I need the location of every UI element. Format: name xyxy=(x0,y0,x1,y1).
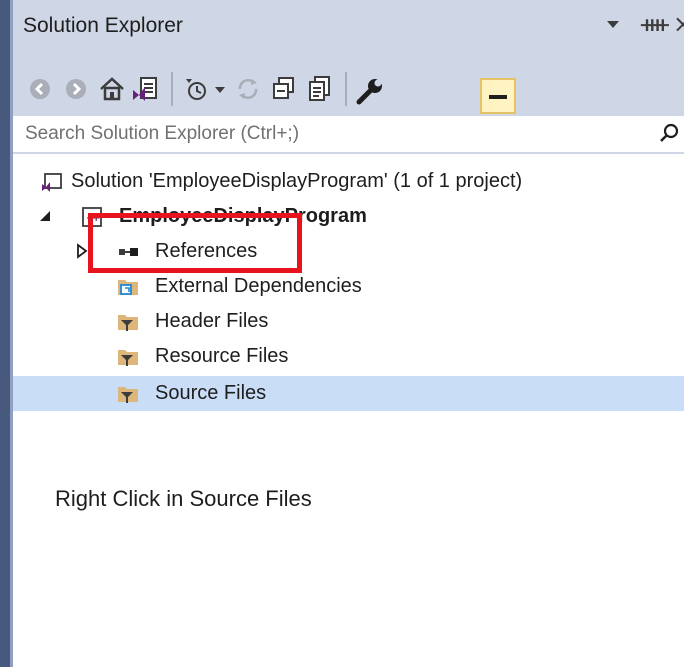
back-icon[interactable] xyxy=(25,74,55,104)
tree-item-external-dependencies[interactable]: External Dependencies xyxy=(13,269,684,304)
annotation-highlight-box xyxy=(88,213,302,273)
search-input[interactable]: Search Solution Explorer (Ctrl+;) xyxy=(25,123,299,145)
forward-icon[interactable] xyxy=(61,74,91,104)
annotation-caption: Right Click in Source Files xyxy=(55,486,312,511)
window-position-dropdown-icon[interactable] xyxy=(607,21,619,28)
tree-item-label: Solution 'EmployeeDisplayProgram' (1 of … xyxy=(71,170,523,192)
home-icon[interactable] xyxy=(97,74,127,104)
solution-explorer-panel: Solution Explorer ᚓ × Search Solution Ex… xyxy=(13,0,684,667)
tree-item-header-files[interactable]: Header Files xyxy=(13,304,684,339)
show-all-files-icon[interactable] xyxy=(305,74,335,104)
auto-hide-pin-icon[interactable]: ᚓ xyxy=(641,10,669,38)
toolbar-separator xyxy=(171,72,173,106)
tree-item-label: Header Files xyxy=(155,310,269,332)
filter-folder-icon xyxy=(118,315,138,331)
tree-item-resource-files[interactable]: Resource Files xyxy=(13,339,684,374)
filter-folder-icon xyxy=(118,387,138,403)
search-box[interactable]: Search Solution Explorer (Ctrl+;) xyxy=(13,116,684,154)
toolbar-separator xyxy=(345,72,347,106)
preview-selected-items-button[interactable] xyxy=(480,78,516,114)
pending-changes-filter-icon[interactable] xyxy=(183,74,213,104)
close-icon[interactable]: × xyxy=(673,10,684,38)
properties-icon[interactable] xyxy=(355,76,385,106)
solution-icon xyxy=(42,173,62,192)
tree-item-source-files[interactable]: Source Files xyxy=(13,376,684,411)
search-icon[interactable] xyxy=(659,122,681,144)
panel-title: Solution Explorer xyxy=(23,14,183,37)
tree-item-label: Source Files xyxy=(155,382,267,404)
chevron-down-icon[interactable] xyxy=(213,74,227,104)
title-bar[interactable]: Solution Explorer ᚓ × xyxy=(13,0,684,56)
expanded-arrow-icon[interactable] xyxy=(37,207,55,225)
external-dependencies-icon xyxy=(118,280,138,295)
tree-item-label: Resource Files xyxy=(155,345,289,367)
switch-views-icon[interactable] xyxy=(131,74,161,104)
preview-selected-items-icon xyxy=(489,95,507,99)
tree-item-solution[interactable]: Solution 'EmployeeDisplayProgram' (1 of … xyxy=(13,164,684,199)
filter-folder-icon xyxy=(118,350,138,366)
tree-item-label: External Dependencies xyxy=(155,275,362,297)
window-frame-left xyxy=(0,0,10,667)
toolbar xyxy=(13,56,684,116)
sync-icon[interactable] xyxy=(233,74,263,104)
collapse-all-icon[interactable] xyxy=(269,74,299,104)
